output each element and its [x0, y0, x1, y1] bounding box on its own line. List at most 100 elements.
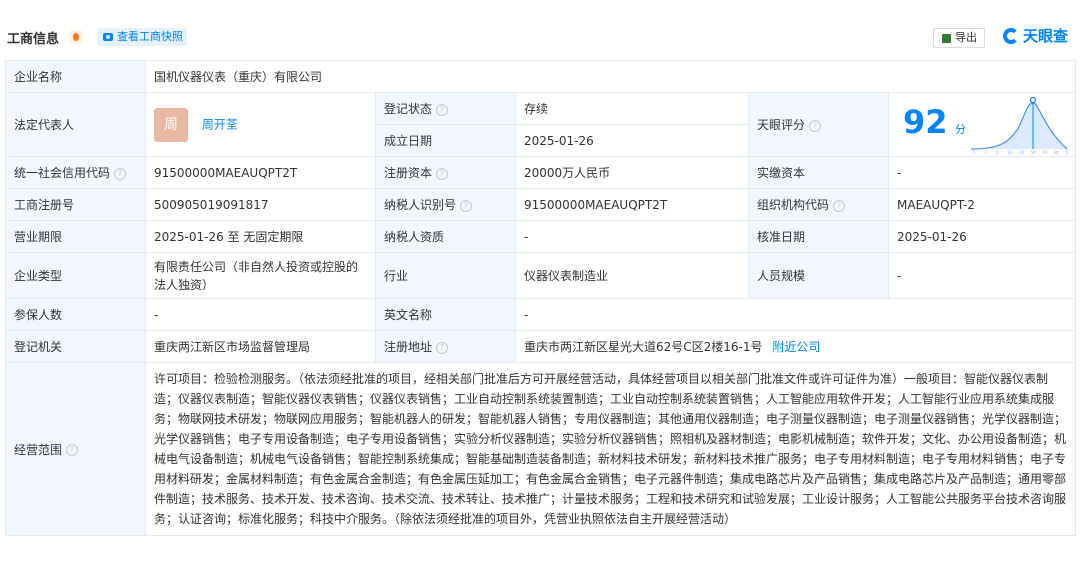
business-info-table: 企业名称 国机仪器仪表（重庆）有限公司 法定代表人 周 周开荃 登记状态? 存续… — [5, 60, 1077, 536]
nearby-companies-link[interactable]: 附近公司 — [772, 340, 820, 354]
legal-rep-label: 法定代表人 — [5, 92, 146, 157]
hot-icon — [69, 30, 83, 44]
credit-code-value: 91500000MAEAUQPT2T — [145, 156, 376, 189]
brand-logo-text: 天眼查 — [1023, 27, 1069, 45]
help-icon[interactable]: ? — [114, 167, 127, 180]
legal-rep-link[interactable]: 周开荃 — [202, 117, 238, 131]
scope-label: 经营范围 — [14, 442, 63, 457]
table-row: 企业类型 有限责任公司（非自然人投资或控股的法人独资） 行业 仪器仪表制造业 人… — [5, 252, 1077, 299]
org-code-label-cell: 组织机构代码? — [748, 188, 889, 221]
logo-mark-icon — [1003, 28, 1019, 44]
section-title: 工商信息 — [7, 32, 60, 47]
company-name-value: 国机仪器仪表（重庆）有限公司 — [144, 60, 1077, 93]
help-icon[interactable]: ? — [460, 199, 473, 212]
score-unit: 分 — [955, 123, 966, 136]
brand-logo: 天眼查 — [1003, 24, 1068, 48]
reg-address-value: 重庆市两江新区星光大道62号C区2楼16-1号 — [524, 340, 763, 354]
score-tick-label: 70 — [1042, 150, 1048, 155]
score-label-cell: 天眼评分? — [748, 92, 889, 157]
taxpayer-id-value: 91500000MAEAUQPT2T — [515, 188, 749, 221]
paid-capital-label: 实缴资本 — [748, 156, 889, 189]
help-icon[interactable]: ? — [66, 444, 79, 456]
score-tick-label: 100 — [1065, 150, 1069, 155]
reg-no-label: 工商注册号 — [5, 188, 146, 221]
found-date-value: 2025-01-26 — [515, 124, 749, 157]
score-tick-label: 30 — [1019, 150, 1025, 155]
score-tick-labels: 0 7 5 10 30 50 70 90 100 — [973, 150, 1069, 155]
scope-label-cell: 经营范围? — [5, 362, 146, 536]
term-label: 营业期限 — [5, 220, 146, 253]
reg-address-label-cell: 注册地址? — [375, 330, 516, 363]
table-row: 工商注册号 500905019091817 纳税人识别号? 91500000MA… — [5, 188, 1077, 221]
paid-capital-value: - — [887, 156, 1077, 189]
credit-code-label: 统一社会信用代码 — [14, 166, 111, 180]
legal-rep-cell: 周 周开荃 — [145, 92, 376, 157]
reg-status-label: 登记状态 — [384, 102, 433, 116]
table-row: 企业名称 国机仪器仪表（重庆）有限公司 — [5, 60, 1077, 93]
insured-value: - — [145, 298, 376, 331]
help-icon[interactable]: ? — [436, 341, 449, 354]
company-type-value: 有限责任公司（非自然人投资或控股的法人独资） — [145, 252, 376, 299]
reg-address-cell: 重庆市两江新区星光大道62号C区2楼16-1号 附近公司 — [514, 330, 1077, 363]
reg-address-label: 注册地址 — [384, 340, 433, 354]
reg-status-label-cell: 登记状态? — [375, 92, 516, 125]
camera-icon — [103, 33, 113, 41]
score-tick-label: 50 — [1031, 150, 1037, 155]
org-code-value: MAEAUQPT-2 — [887, 188, 1077, 221]
table-row: 统一社会信用代码? 91500000MAEAUQPT2T 注册资本? 20000… — [5, 156, 1077, 189]
score-tick-label: 10 — [1008, 150, 1014, 155]
company-type-label: 企业类型 — [5, 252, 146, 299]
score-tick-label: 90 — [1054, 150, 1060, 155]
staff-size-value: - — [887, 252, 1077, 299]
taxpayer-qual-value: - — [515, 220, 749, 253]
reg-capital-label: 注册资本 — [384, 166, 433, 180]
export-button-label: 导出 — [955, 31, 977, 44]
table-row: 法定代表人 周 周开荃 登记状态? 存续 天眼评分? 92 分 0 7 5 10 30 5… — [5, 92, 1077, 157]
insured-label: 参保人数 — [5, 298, 146, 331]
reg-capital-label-cell: 注册资本? — [375, 156, 516, 189]
snapshot-button[interactable]: 查看工商快照 — [97, 28, 187, 46]
help-icon[interactable]: ? — [436, 167, 449, 180]
help-icon[interactable]: ? — [809, 119, 822, 132]
term-value: 2025-01-26 至 无固定期限 — [145, 220, 376, 253]
approve-date-label: 核准日期 — [748, 220, 889, 253]
table-row: 登记机关 重庆两江新区市场监督管理局 注册地址? 重庆市两江新区星光大道62号C… — [5, 330, 1077, 363]
reg-capital-value: 20000万人民币 — [515, 156, 749, 189]
english-name-value: - — [514, 298, 1077, 331]
table-row: 营业期限 2025-01-26 至 无固定期限 纳税人资质 - 核准日期 202… — [5, 220, 1077, 253]
reg-authority-value: 重庆两江新区市场监督管理局 — [145, 330, 376, 363]
approve-date-value: 2025-01-26 — [887, 220, 1077, 253]
score-tick-label: 0 — [973, 150, 976, 155]
english-name-label: 英文名称 — [375, 298, 516, 331]
found-date-label: 成立日期 — [375, 124, 516, 157]
help-icon[interactable]: ? — [436, 103, 449, 116]
score-value: 92 — [903, 103, 948, 141]
scope-value: 许可项目：检验检测服务。（依法须经批准的项目，经相关部门批准后方可开展经营活动，… — [144, 362, 1077, 536]
taxpayer-qual-label: 纳税人资质 — [375, 220, 516, 253]
score-tick-label: 5 — [996, 150, 999, 155]
help-icon[interactable]: ? — [833, 199, 846, 212]
score-label: 天眼评分 — [757, 118, 806, 132]
snapshot-button-label: 查看工商快照 — [117, 30, 183, 43]
reg-authority-label: 登记机关 — [5, 330, 146, 363]
score-marker-dot — [1029, 97, 1037, 104]
score-distribution-chart: 0 7 5 10 30 50 70 90 100 — [970, 97, 1069, 155]
export-button[interactable]: 导出 — [933, 28, 985, 48]
reg-status-value: 存续 — [515, 92, 749, 125]
section-header: 工商信息 查看工商快照 导出 天眼查 — [0, 0, 1080, 58]
avatar[interactable]: 周 — [154, 107, 188, 142]
org-code-label: 组织机构代码 — [757, 198, 830, 212]
score-tick-label: 7 — [985, 150, 988, 155]
excel-icon — [942, 34, 951, 43]
company-name-label: 企业名称 — [5, 60, 146, 93]
table-row: 参保人数 - 英文名称 - — [5, 298, 1077, 331]
taxpayer-id-label: 纳税人识别号 — [384, 198, 457, 212]
industry-label: 行业 — [375, 252, 516, 299]
score-cell[interactable]: 92 分 0 7 5 10 30 50 70 90 100 — [887, 92, 1077, 157]
reg-no-value: 500905019091817 — [145, 188, 376, 221]
credit-code-label-cell: 统一社会信用代码? — [5, 156, 146, 189]
table-row: 经营范围? 许可项目：检验检测服务。（依法须经批准的项目，经相关部门批准后方可开… — [5, 362, 1077, 536]
staff-size-label: 人员规模 — [748, 252, 889, 299]
industry-value: 仪器仪表制造业 — [515, 252, 749, 299]
taxpayer-id-label-cell: 纳税人识别号? — [375, 188, 516, 221]
